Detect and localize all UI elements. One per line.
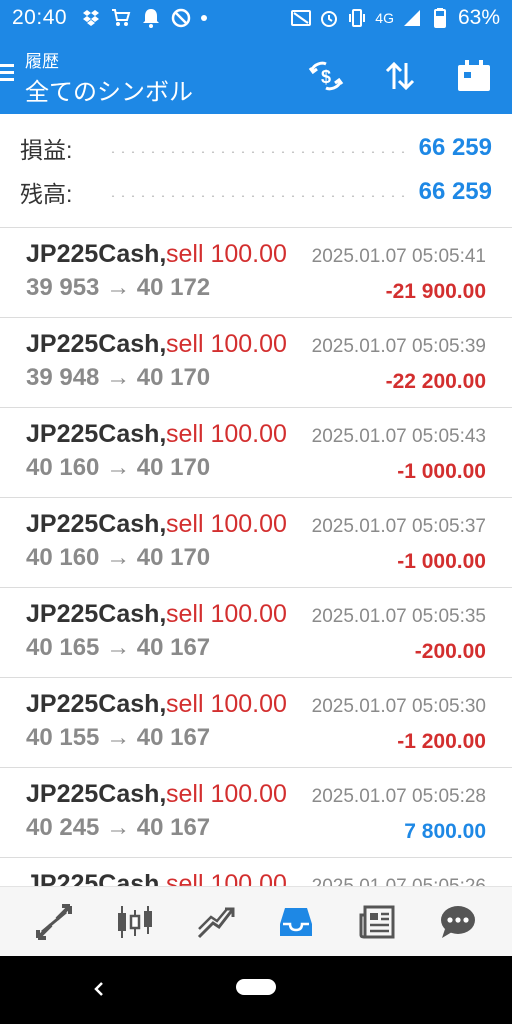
trade-row[interactable]: JP225Cash, sell 100.00 2025.01.07 05:05:… [0, 588, 512, 678]
trade-row[interactable]: JP225Cash, sell 100.00 2025.01.07 05:05:… [0, 678, 512, 768]
screen-title[interactable]: 全てのシンボル [25, 72, 193, 107]
history-icon[interactable] [272, 898, 320, 946]
home-pill[interactable] [236, 979, 276, 995]
app-root: 20:40 4G 63% 履歴 全てのシンボル $ 損益: 66 259 残高:… [0, 0, 512, 1024]
trade-profit: -21 900.00 [385, 280, 486, 303]
trade-profit: -1 000.00 [397, 460, 486, 483]
trade-time: 2025.01.07 05:05:26 [312, 876, 486, 886]
profit-row: 損益: 66 259 [20, 128, 492, 168]
trade-symbol: JP225Cash, [26, 870, 167, 886]
system-icons: 4G 63% [291, 6, 500, 30]
menu-icon[interactable] [0, 62, 16, 84]
leader-dots [108, 151, 405, 153]
chart-icon[interactable] [111, 898, 159, 946]
balance-value: 66 259 [418, 178, 492, 205]
notification-icons [81, 8, 208, 28]
trade-prices: 40 155 → 40 167 [26, 724, 211, 751]
trade-side: sell 100.00 [166, 510, 287, 538]
trade-row[interactable]: JP225Cash, sell 100.00 2025.01.07 05:05:… [0, 228, 512, 318]
cast-off-icon [291, 8, 312, 28]
battery-percent: 63% [457, 6, 500, 29]
alarm-icon [319, 8, 339, 28]
trade-side: sell 100.00 [166, 330, 287, 358]
balance-label: 残高: [20, 181, 73, 207]
trade-row[interactable]: JP225Cash, sell 100.00 2025.01.07 05:05:… [0, 318, 512, 408]
trade-row[interactable]: JP225Cash, sell 100.00 2025.01.07 05:05:… [0, 498, 512, 588]
signal-icon [402, 8, 422, 28]
vibrate-icon [347, 8, 367, 28]
battery-icon [430, 8, 450, 28]
trade-time: 2025.01.07 05:05:39 [311, 336, 486, 357]
dropbox-icon [81, 8, 101, 28]
trade-row[interactable]: JP225Cash, sell 100.00 2025.01.07 05:05:… [0, 408, 512, 498]
trade-prices: 40 160 → 40 170 [26, 544, 211, 571]
blocked-icon [171, 8, 191, 28]
trade-side: sell 100.00 [166, 690, 287, 718]
leader-dots [108, 195, 405, 197]
currency-swap-icon[interactable]: $ [306, 56, 346, 96]
trade-prices: 39 953 → 40 172 [26, 274, 211, 301]
back-icon[interactable] [88, 978, 110, 1000]
news-icon[interactable] [353, 898, 401, 946]
trade-icon[interactable] [192, 898, 240, 946]
network-type: 4G [375, 10, 394, 26]
calendar-icon[interactable] [454, 56, 494, 96]
trade-time: 2025.01.07 05:05:28 [311, 786, 486, 807]
account-summary: 損益: 66 259 残高: 66 259 [0, 114, 512, 228]
trade-time: 2025.01.07 05:05:37 [311, 516, 486, 537]
trade-symbol: JP225Cash, [26, 510, 167, 538]
trade-profit: -1 200.00 [397, 730, 486, 753]
bottom-navigation [0, 886, 512, 956]
trade-row[interactable]: JP225Cash, sell 100.00 2025.01.07 05:05:… [0, 768, 512, 858]
trade-time: 2025.01.07 05:05:43 [311, 426, 486, 447]
trade-profit: -1 000.00 [397, 550, 486, 573]
trade-time: 2025.01.07 05:05:30 [311, 696, 486, 717]
screen-subtitle: 履歴 [25, 52, 59, 71]
trade-profit: -200.00 [414, 640, 486, 663]
trade-time: 2025.01.07 05:05:35 [311, 606, 486, 627]
trade-symbol: JP225Cash, [26, 330, 167, 358]
trade-side: sell 100.00 [166, 780, 287, 808]
app-bar: 履歴 全てのシンボル $ [0, 36, 512, 114]
trade-prices: 40 165 → 40 167 [26, 634, 211, 661]
trade-profit: -22 200.00 [385, 370, 486, 393]
profit-label: 損益: [20, 137, 73, 163]
chat-icon[interactable] [434, 898, 482, 946]
trade-symbol: JP225Cash, [26, 690, 167, 718]
trade-time: 2025.01.07 05:05:41 [311, 246, 486, 267]
trade-side: sell 100.00 [166, 420, 287, 448]
cart-icon [111, 8, 131, 28]
trade-history-list[interactable]: JP225Cash, sell 100.00 2025.01.07 05:05:… [0, 228, 512, 886]
trade-symbol: JP225Cash, [26, 780, 167, 808]
system-navigation-bar [0, 956, 512, 1024]
dot-icon [201, 15, 208, 21]
trade-prices: 39 948 → 40 170 [26, 364, 211, 391]
trade-side: sell 100.00 [166, 870, 287, 886]
trade-profit: 7 800.00 [404, 820, 486, 843]
trade-prices: 40 160 → 40 170 [26, 454, 211, 481]
trade-symbol: JP225Cash, [26, 420, 167, 448]
sort-icon[interactable] [380, 56, 420, 96]
trade-symbol: JP225Cash, [26, 600, 167, 628]
quotes-icon[interactable] [30, 898, 78, 946]
profit-value: 66 259 [418, 134, 492, 161]
balance-row: 残高: 66 259 [20, 172, 492, 212]
trade-prices: 40 245 → 40 167 [26, 814, 211, 841]
trade-side: sell 100.00 [166, 600, 287, 628]
bell-icon [141, 8, 161, 28]
trade-symbol: JP225Cash, [26, 240, 167, 268]
trade-row[interactable]: JP225Cash, sell 100.00 2025.01.07 05:05:… [0, 858, 512, 886]
status-bar: 20:40 4G 63% [0, 0, 512, 36]
trade-side: sell 100.00 [166, 240, 287, 268]
status-time: 20:40 [12, 6, 68, 29]
svg-text:$: $ [321, 67, 331, 87]
